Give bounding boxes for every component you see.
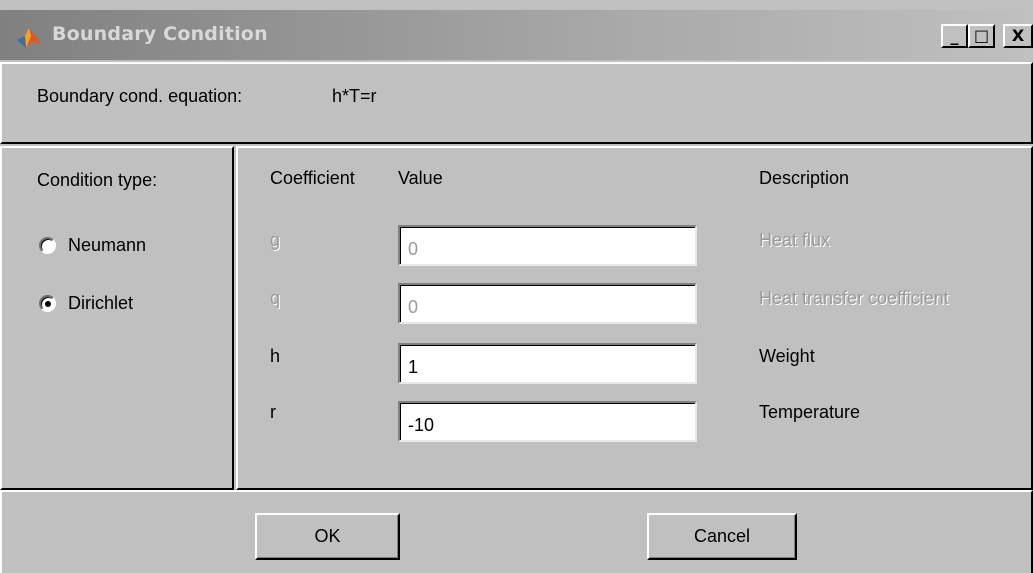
window-title: Boundary Condition: [52, 23, 268, 45]
maximize-button[interactable]: □: [968, 24, 995, 48]
g-value-field: [398, 225, 697, 266]
value-header: Value: [398, 168, 443, 188]
coefficient-q: q: [270, 288, 281, 308]
description-r: Temperature: [759, 402, 861, 422]
description-q: Heat transfer coefficient: [759, 288, 949, 308]
dirichlet-radio[interactable]: Dirichlet: [39, 293, 133, 314]
equation-label: Boundary cond. equation:: [37, 86, 243, 106]
minimize-button[interactable]: _: [941, 24, 968, 48]
ok-button[interactable]: OK: [255, 513, 400, 560]
equation-value: h*T=r: [332, 86, 377, 106]
cancel-button[interactable]: Cancel: [647, 513, 797, 560]
buttons-panel: [0, 490, 1033, 573]
description-g: Heat flux: [759, 230, 831, 250]
boundary-condition-dialog: Boundary Condition _ □ X Boundary cond. …: [0, 0, 1033, 573]
neumann-label: Neumann: [68, 235, 147, 255]
condition-type-panel: Condition type: Neumann Dirichlet: [0, 146, 234, 490]
coefficient-header: Coefficient: [270, 168, 355, 188]
coefficient-g: g: [270, 230, 281, 250]
coefficient-h: h: [270, 346, 281, 366]
close-button[interactable]: X: [1003, 24, 1033, 48]
matlab-logo-icon: [17, 28, 41, 48]
description-header: Description: [759, 168, 850, 188]
radio-unchecked-icon[interactable]: [39, 237, 56, 254]
description-h: Weight: [759, 346, 815, 366]
h-value-field[interactable]: [398, 343, 697, 384]
equation-panel: Boundary cond. equation: h*T=r: [0, 62, 1033, 144]
neumann-radio[interactable]: Neumann: [39, 235, 146, 256]
title-bar[interactable]: Boundary Condition _ □ X: [0, 10, 1033, 60]
condition-type-label: Condition type:: [37, 170, 158, 190]
q-value-field: [398, 283, 697, 324]
radio-checked-icon[interactable]: [39, 295, 56, 312]
dirichlet-label: Dirichlet: [68, 293, 134, 313]
r-value-field[interactable]: [398, 401, 697, 442]
coefficient-r: r: [270, 402, 276, 422]
